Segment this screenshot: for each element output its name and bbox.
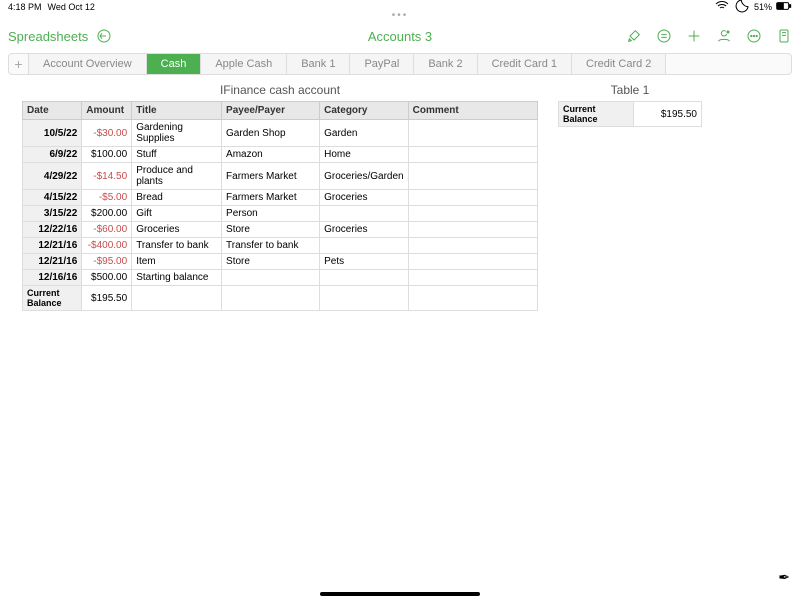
header-payee-payer[interactable]: Payee/Payer: [222, 102, 320, 120]
tab-apple-cash[interactable]: Apple Cash: [201, 54, 287, 74]
battery-pct: 51%: [754, 2, 772, 12]
table-row[interactable]: 12/21/16-$95.00ItemStorePets: [23, 254, 538, 270]
tab-bank-2[interactable]: Bank 2: [414, 54, 477, 74]
add-sheet-button[interactable]: +: [9, 54, 29, 74]
tab-paypal[interactable]: PayPal: [350, 54, 414, 74]
table-footer-row[interactable]: Current Balance$195.50: [23, 286, 538, 311]
table-row[interactable]: 3/15/22$200.00GiftPerson: [23, 206, 538, 222]
header-comment[interactable]: Comment: [408, 102, 537, 120]
header-date[interactable]: Date: [23, 102, 82, 120]
balance-table[interactable]: Current Balance $195.50: [558, 101, 702, 127]
scribble-icon[interactable]: ✒: [778, 569, 790, 586]
balance-label[interactable]: Current Balance: [559, 102, 634, 127]
header-category[interactable]: Category: [320, 102, 408, 120]
table-row[interactable]: 4/29/22-$14.50Produce and plantsFarmers …: [23, 163, 538, 190]
home-indicator[interactable]: [320, 592, 480, 596]
status-date: Wed Oct 12: [48, 2, 95, 12]
table-row[interactable]: 12/16/16$500.00Starting balance: [23, 270, 538, 286]
status-time: 4:18 PM: [8, 2, 42, 12]
wifi-icon: [714, 0, 730, 16]
table-row[interactable]: 12/21/16-$400.00Transfer to bankTransfer…: [23, 238, 538, 254]
header: Spreadsheets Accounts 3: [0, 22, 800, 50]
header-amount[interactable]: Amount: [82, 102, 132, 120]
transactions-table[interactable]: DateAmountTitlePayee/PayerCategoryCommen…: [22, 101, 538, 311]
back-link[interactable]: Spreadsheets: [8, 29, 88, 44]
collaborate-icon[interactable]: [716, 28, 732, 44]
header-title[interactable]: Title: [132, 102, 222, 120]
plus-icon[interactable]: [686, 28, 702, 44]
table-row[interactable]: 6/9/22$100.00StuffAmazonHome: [23, 147, 538, 163]
balance-value[interactable]: $195.50: [634, 102, 702, 127]
more-icon[interactable]: [746, 28, 762, 44]
table-row[interactable]: 4/15/22-$5.00BreadFarmers MarketGrocerie…: [23, 190, 538, 206]
tab-bank-1[interactable]: Bank 1: [287, 54, 350, 74]
tab-credit-card-2[interactable]: Credit Card 2: [572, 54, 666, 74]
table1-title[interactable]: IFinance cash account: [22, 83, 538, 97]
multitask-indicator[interactable]: •••: [0, 14, 800, 22]
table-row[interactable]: 12/22/16-$60.00GroceriesStoreGroceries: [23, 222, 538, 238]
undo-icon[interactable]: [96, 28, 112, 44]
table-row[interactable]: 10/5/22-$30.00Gardening SuppliesGarden S…: [23, 120, 538, 147]
tab-credit-card-1[interactable]: Credit Card 1: [478, 54, 572, 74]
dnd-icon: [734, 0, 750, 16]
table2-title[interactable]: Table 1: [558, 83, 702, 97]
document-settings-icon[interactable]: [776, 28, 792, 44]
insert-icon[interactable]: [656, 28, 672, 44]
sheet-tabs: + Account OverviewCashApple CashBank 1Pa…: [8, 53, 792, 75]
battery-icon: [776, 0, 792, 16]
format-brush-icon[interactable]: [626, 28, 642, 44]
tab-account-overview[interactable]: Account Overview: [29, 54, 147, 74]
document-title[interactable]: Accounts 3: [204, 29, 596, 44]
tab-cash[interactable]: Cash: [147, 54, 202, 74]
